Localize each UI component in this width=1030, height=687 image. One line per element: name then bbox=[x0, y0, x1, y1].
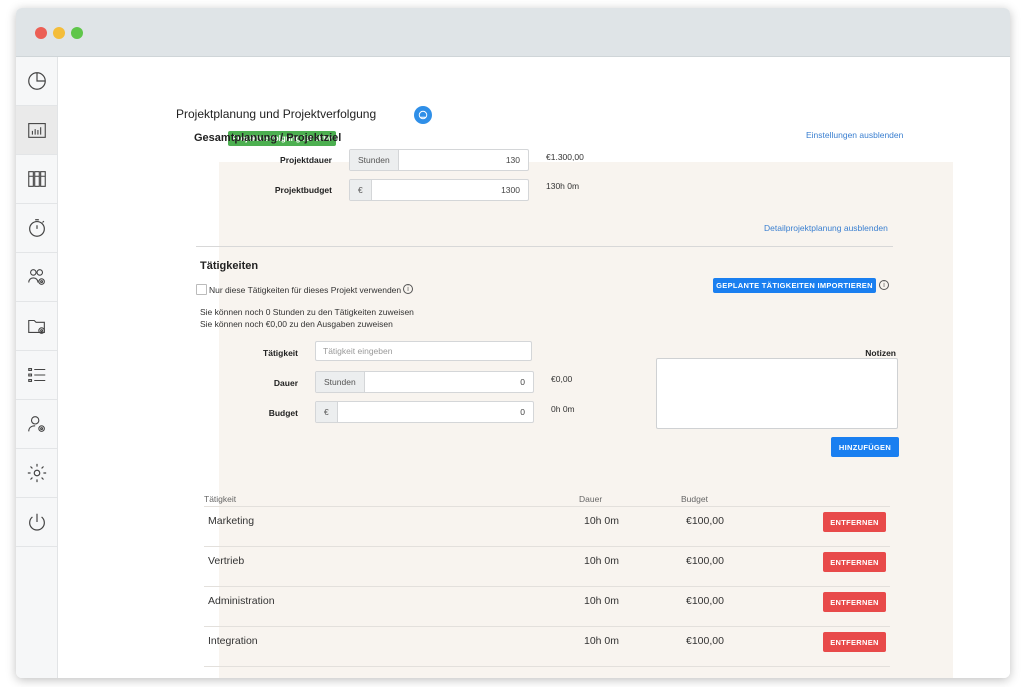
activity-budget-unit-addon: € bbox=[316, 402, 338, 422]
sidebar-item-reports[interactable] bbox=[16, 106, 57, 155]
sidebar-item-list[interactable] bbox=[16, 351, 57, 400]
activity-budget-value[interactable]: 0 bbox=[338, 402, 533, 422]
only-these-activities-label: Nur diese Tätigkeiten für dieses Projekt… bbox=[209, 285, 402, 295]
remaining-hours-text: Sie können noch 0 Stunden zu den Tätigke… bbox=[200, 307, 414, 317]
stopwatch-icon bbox=[28, 219, 45, 237]
only-these-activities-checkbox[interactable] bbox=[196, 284, 207, 295]
hide-settings-link[interactable]: Einstellungen ausblenden bbox=[806, 130, 903, 140]
activity-duration-input[interactable]: Stunden 0 bbox=[315, 371, 534, 393]
table-row-duration: 10h 0m bbox=[584, 635, 620, 647]
project-budget-value[interactable]: 1300 bbox=[372, 180, 528, 200]
help-icon[interactable] bbox=[414, 106, 432, 124]
table-row-duration: 10h 0m bbox=[584, 515, 620, 527]
close-window-button[interactable] bbox=[35, 27, 47, 39]
table-row-activity: Integration bbox=[208, 635, 258, 647]
table-row-duration: 10h 0m bbox=[584, 595, 620, 607]
table-row-line bbox=[204, 546, 890, 547]
activity-budget-label: Budget bbox=[268, 408, 298, 418]
remove-row-button[interactable]: ENTFERNEN bbox=[823, 632, 886, 652]
sidebar-item-teams[interactable] bbox=[16, 253, 57, 302]
page-title: Projektplanung und Projektverfolgung bbox=[176, 107, 377, 121]
sidebar-item-settings[interactable] bbox=[16, 449, 57, 498]
project-duration-input[interactable]: Stunden 130 bbox=[349, 149, 529, 171]
import-activities-button[interactable]: GEPLANTE TÄTIGKEITEN IMPORTIEREN bbox=[713, 278, 876, 293]
sidebar bbox=[16, 57, 58, 678]
hide-detail-planning-link[interactable]: Detailprojektplanung ausblenden bbox=[764, 223, 888, 233]
activities-section-title: Tätigkeiten bbox=[200, 260, 259, 272]
section-divider bbox=[196, 246, 893, 247]
project-duration-summary: €1.300,00 bbox=[546, 152, 584, 162]
info-icon[interactable]: i bbox=[403, 284, 413, 294]
project-duration-label: Projektdauer bbox=[280, 155, 332, 165]
notes-textarea[interactable] bbox=[656, 358, 898, 429]
folder-settings-icon bbox=[27, 319, 45, 334]
remove-row-button[interactable]: ENTFERNEN bbox=[823, 512, 886, 532]
maximize-window-button[interactable] bbox=[71, 27, 83, 39]
table-header-budget: Budget bbox=[681, 494, 708, 504]
pie-chart-icon bbox=[27, 72, 46, 90]
activity-duration-value[interactable]: 0 bbox=[365, 372, 533, 392]
user-settings-icon bbox=[27, 416, 45, 432]
title-bar bbox=[16, 8, 1010, 57]
activity-duration-unit-addon: Stunden bbox=[316, 372, 365, 392]
duration-unit-addon: Stunden bbox=[350, 150, 399, 170]
budget-unit-addon: € bbox=[350, 180, 372, 200]
sidebar-item-folders[interactable] bbox=[16, 302, 57, 351]
sidebar-item-timer[interactable] bbox=[16, 204, 57, 253]
activity-input[interactable]: Tätigkeit eingeben bbox=[315, 341, 532, 361]
table-header-duration: Dauer bbox=[579, 494, 603, 504]
table-header-line bbox=[204, 506, 890, 507]
remaining-budget-text: Sie können noch €0,00 zu den Ausgaben zu… bbox=[200, 319, 393, 329]
table-row-budget: €100,00 bbox=[686, 595, 724, 607]
sidebar-item-dashboard[interactable] bbox=[16, 57, 57, 106]
list-icon bbox=[27, 368, 45, 382]
project-budget-label: Projektbudget bbox=[274, 185, 332, 195]
project-duration-value[interactable]: 130 bbox=[399, 150, 528, 170]
overall-section-title: Gesamtplanung / Projektziel bbox=[194, 132, 342, 144]
gear-icon bbox=[27, 463, 46, 483]
remove-row-button[interactable]: ENTFERNEN bbox=[823, 592, 886, 612]
table-row-line bbox=[204, 666, 890, 667]
app-window: Projektplanung und Projektverfolgung Pro… bbox=[16, 8, 1010, 678]
activity-label: Tätigkeit bbox=[263, 348, 298, 358]
table-row-budget: €100,00 bbox=[686, 635, 724, 647]
activity-duration-label: Dauer bbox=[273, 378, 298, 388]
table-row-budget: €100,00 bbox=[686, 555, 724, 567]
bar-chart-icon bbox=[27, 123, 46, 138]
table-row-activity: Vertrieb bbox=[208, 555, 245, 567]
table-row-duration: 10h 0m bbox=[584, 555, 620, 567]
activity-duration-summary: €0,00 bbox=[551, 374, 573, 384]
add-activity-button[interactable]: HINZUFÜGEN bbox=[831, 437, 899, 457]
sidebar-item-logout[interactable] bbox=[16, 498, 57, 547]
import-info-icon[interactable]: i bbox=[879, 280, 889, 290]
table-row-line bbox=[204, 626, 890, 627]
users-settings-icon bbox=[27, 269, 45, 285]
table-row-activity: Administration bbox=[208, 595, 275, 607]
project-budget-input[interactable]: € 1300 bbox=[349, 179, 529, 201]
project-budget-summary: 130h 0m bbox=[546, 181, 580, 191]
activity-budget-summary: 0h 0m bbox=[551, 404, 575, 414]
table-row-activity: Marketing bbox=[208, 515, 255, 527]
sidebar-item-projects[interactable] bbox=[16, 155, 57, 204]
remove-row-button[interactable]: ENTFERNEN bbox=[823, 552, 886, 572]
binders-icon bbox=[27, 171, 46, 187]
main-content: Projektplanung und Projektverfolgung Pro… bbox=[58, 57, 1010, 678]
activity-budget-input[interactable]: € 0 bbox=[315, 401, 534, 423]
minimize-window-button[interactable] bbox=[53, 27, 65, 39]
power-icon bbox=[28, 513, 45, 531]
table-row-budget: €100,00 bbox=[686, 515, 724, 527]
table-header-activity: Tätigkeit bbox=[204, 494, 237, 504]
table-row-line bbox=[204, 586, 890, 587]
sidebar-item-user-settings[interactable] bbox=[16, 400, 57, 449]
notes-label: Notizen bbox=[865, 348, 896, 358]
